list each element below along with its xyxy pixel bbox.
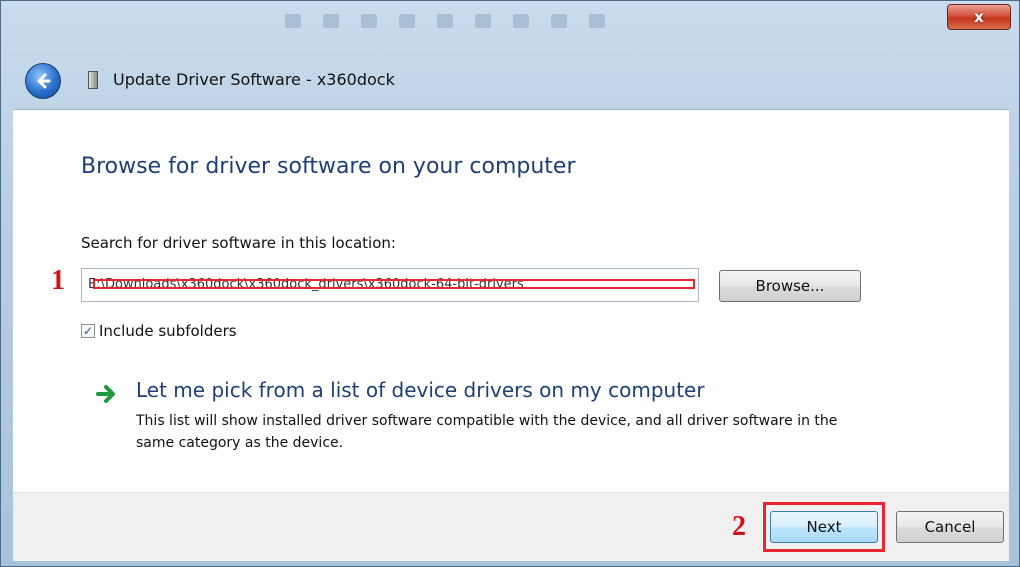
wizard-content: Browse for driver software on your compu… <box>13 109 1009 493</box>
annotation-marker-1: 1 <box>51 265 65 296</box>
cancel-button[interactable]: Cancel <box>896 511 1004 543</box>
page-heading: Browse for driver software on your compu… <box>81 154 576 179</box>
green-arrow-icon <box>96 385 115 403</box>
annotation-marker-2: 2 <box>732 511 746 542</box>
back-arrow-icon <box>37 73 51 89</box>
pick-from-list-link[interactable]: Let me pick from a list of device driver… <box>136 378 705 402</box>
back-button[interactable] <box>25 63 61 99</box>
background-toolbar-ghost <box>271 1 805 41</box>
checkmark-icon: ✓ <box>82 324 94 338</box>
window-title: Update Driver Software - x360dock <box>113 70 395 89</box>
location-label: Search for driver software in this locat… <box>81 234 396 252</box>
include-subfolders-label: Include subfolders <box>99 322 237 340</box>
device-icon <box>88 71 98 89</box>
window-frame: x Update Driver Software - x360dock Brow… <box>0 0 1020 567</box>
redaction-box <box>93 279 695 289</box>
include-subfolders-checkbox[interactable]: ✓ <box>81 324 95 338</box>
cancel-button-label: Cancel <box>924 518 976 536</box>
pick-from-list-description: This list will show installed driver sof… <box>136 413 838 451</box>
next-highlight-box <box>763 502 885 552</box>
browse-button[interactable]: Browse... <box>719 270 861 302</box>
close-button[interactable]: x <box>947 4 1011 30</box>
close-icon: x <box>974 8 984 26</box>
browse-button-label: Browse... <box>755 277 825 295</box>
